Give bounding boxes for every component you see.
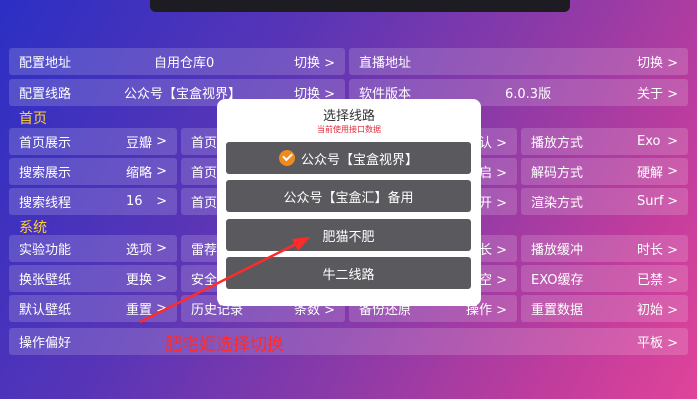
section-system: 系统	[19, 220, 47, 236]
switch-button[interactable]: 切换 >	[637, 52, 678, 71]
row-value: 重置	[126, 303, 153, 318]
row-label: 默认壁纸	[19, 303, 72, 318]
row-label: 重置数据	[531, 303, 584, 318]
route-option-label: 公众号【宝盒视界】	[300, 152, 418, 168]
row-label: 直播地址	[359, 56, 412, 71]
about-button[interactable]: 关于 >	[637, 83, 678, 102]
play-buffer-row[interactable]: 播放缓冲 时长 >	[521, 235, 688, 262]
annotation-text: 肥宅姬选择切换	[165, 335, 284, 355]
row-arrow[interactable]: 启 >	[479, 162, 507, 181]
row-value: 硬解	[637, 166, 664, 181]
disabled-button[interactable]: 已禁 >	[637, 269, 678, 288]
row-label: 搜索展示	[19, 166, 72, 181]
row-arrow[interactable]: >	[156, 271, 167, 286]
row-label: 首页	[191, 166, 218, 181]
row-value: 更换	[126, 273, 153, 288]
row-value: Exo	[637, 134, 661, 149]
route-option-4[interactable]: 牛二线路	[226, 257, 471, 289]
row-value: 自用仓库0	[154, 56, 215, 71]
route-option-3[interactable]: 肥猫不肥	[226, 219, 471, 251]
row-label: 播放缓冲	[531, 243, 584, 258]
status-bar	[150, 0, 570, 12]
row-label: EXO缓存	[531, 273, 584, 288]
play-mode-row[interactable]: 播放方式 Exo >	[521, 128, 688, 155]
live-address-row[interactable]: 直播地址 切换 >	[349, 48, 688, 75]
route-option-label: 牛二线路	[322, 267, 375, 283]
row-arrow[interactable]: >	[156, 301, 167, 316]
row-label: 解码方式	[531, 166, 584, 181]
section-home: 首页	[19, 111, 47, 127]
row-arrow[interactable]: 空 >	[479, 269, 507, 288]
row-value: Surf	[637, 194, 664, 209]
route-option-label: 肥猫不肥	[322, 229, 375, 245]
tablet-button[interactable]: 平板 >	[637, 332, 678, 351]
row-label: 实验功能	[19, 243, 72, 258]
row-label: 搜索线程	[19, 196, 72, 211]
row-label: 配置地址	[19, 56, 72, 71]
search-threads-row[interactable]: 搜索线程 16 >	[9, 188, 177, 215]
row-arrow[interactable]: >	[667, 134, 678, 149]
route-option-label: 公众号【宝盒汇】备用	[283, 190, 414, 206]
init-button[interactable]: 初始 >	[637, 299, 678, 318]
row-label: 安全	[191, 273, 218, 288]
row-arrow[interactable]: >	[156, 241, 167, 256]
row-label: 配置线路	[19, 87, 72, 102]
row-value: 缩略	[126, 166, 153, 181]
row-label: 换张壁纸	[19, 273, 72, 288]
duration-button[interactable]: 时长 >	[637, 239, 678, 258]
decode-mode-row[interactable]: 解码方式 硬解 >	[521, 158, 688, 185]
change-wallpaper-row[interactable]: 换张壁纸 更换 >	[9, 265, 177, 292]
search-display-row[interactable]: 搜索展示 缩略 >	[9, 158, 177, 185]
home-display-row[interactable]: 首页展示 豆瓣 >	[9, 128, 177, 155]
row-arrow[interactable]: >	[156, 164, 167, 179]
default-wallpaper-row[interactable]: 默认壁纸 重置 >	[9, 295, 177, 322]
row-label: 雷荐	[191, 243, 218, 258]
reset-data-row[interactable]: 重置数据 初始 >	[521, 295, 688, 322]
row-label: 首页	[191, 136, 218, 151]
dialog-title: 选择线路	[322, 109, 375, 124]
row-value: 豆瓣	[126, 136, 153, 151]
experiment-row[interactable]: 实验功能 选项 >	[9, 235, 177, 262]
row-arrow[interactable]: >	[156, 134, 167, 149]
row-arrow[interactable]: 开 >	[479, 192, 507, 211]
row-label: 渲染方式	[531, 196, 584, 211]
exo-cache-row[interactable]: EXO缓存 已禁 >	[521, 265, 688, 292]
render-mode-row[interactable]: 渲染方式 Surf >	[521, 188, 688, 215]
select-route-dialog: 选择线路 当前使用接口数据 公众号【宝盒视界】 公众号【宝盒汇】备用 肥猫不肥 …	[217, 99, 481, 306]
route-option-2[interactable]: 公众号【宝盒汇】备用	[226, 180, 471, 212]
config-address-row[interactable]: 配置地址 自用仓库0 切换 >	[9, 48, 345, 75]
row-label: 首页	[191, 196, 218, 211]
row-arrow[interactable]: 长 >	[479, 239, 507, 258]
row-arrow[interactable]: 认 >	[479, 132, 507, 151]
dialog-subtitle: 当前使用接口数据	[317, 125, 381, 134]
check-icon	[278, 150, 295, 166]
route-option-1[interactable]: 公众号【宝盒视界】	[226, 142, 471, 174]
row-arrow[interactable]: >	[667, 194, 678, 209]
switch-button[interactable]: 切换 >	[294, 52, 335, 71]
row-label: 播放方式	[531, 136, 584, 151]
row-arrow[interactable]: >	[156, 194, 167, 209]
row-label: 首页展示	[19, 136, 72, 151]
row-label: 操作偏好	[19, 336, 72, 351]
row-arrow[interactable]: >	[667, 164, 678, 179]
row-value: 选项	[126, 243, 153, 258]
row-value: 16	[126, 194, 143, 209]
preference-row[interactable]: 操作偏好 平板 >	[9, 328, 688, 355]
row-value: 6.0.3版	[505, 87, 552, 102]
